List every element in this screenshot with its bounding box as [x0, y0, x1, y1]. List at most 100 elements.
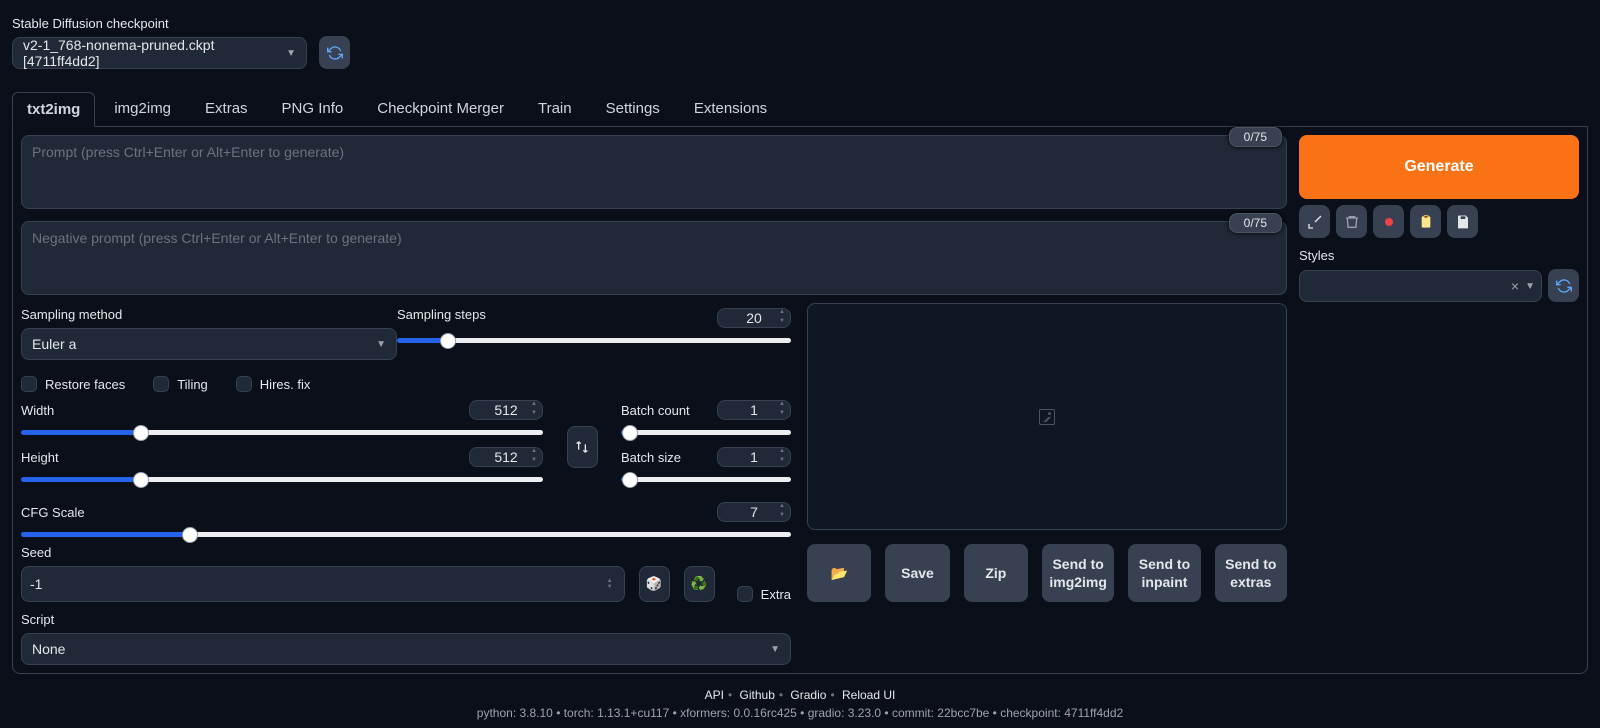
paste-button[interactable]: [1410, 205, 1441, 238]
script-label: Script: [21, 612, 791, 627]
cfg-input[interactable]: 7 ▲▼: [717, 502, 791, 522]
spinner-icon[interactable]: ▲▼: [776, 401, 788, 419]
width-label: Width: [21, 403, 54, 418]
sampling-method-value: Euler a: [32, 336, 76, 352]
clear-prompt-button[interactable]: [1336, 205, 1367, 238]
footer-reloadui-link[interactable]: Reload UI: [842, 688, 895, 702]
clear-icon[interactable]: ×: [1511, 278, 1519, 294]
slider-thumb[interactable]: [622, 425, 638, 441]
tab-extras[interactable]: Extras: [190, 91, 263, 126]
script-select[interactable]: None ▼: [21, 633, 791, 665]
batchcount-input[interactable]: 1 ▲▼: [717, 400, 791, 420]
cfg-label: CFG Scale: [21, 505, 85, 520]
batchsize-label: Batch size: [621, 450, 681, 465]
tab-img2img[interactable]: img2img: [99, 91, 186, 126]
styles-label: Styles: [1299, 248, 1579, 263]
batchcount-label: Batch count: [621, 403, 690, 418]
script-value: None: [32, 641, 65, 657]
styles-select[interactable]: × ▼: [1299, 270, 1542, 302]
send-inpaint-button[interactable]: Send to inpaint: [1128, 544, 1200, 602]
sampling-method-label: Sampling method: [21, 307, 397, 322]
tiling-checkbox[interactable]: Tiling: [153, 376, 208, 392]
spinner-icon[interactable]: ▲▼: [776, 309, 788, 327]
swap-dimensions-button[interactable]: [567, 426, 598, 468]
hiresfix-label: Hires. fix: [260, 377, 311, 392]
save-icon: [1455, 214, 1471, 230]
checkpoint-select[interactable]: v2-1_768-nonema-pruned.ckpt [4711ff4dd2]…: [12, 37, 307, 69]
generate-button[interactable]: Generate: [1299, 135, 1579, 199]
seed-value: -1: [30, 576, 42, 592]
extra-checkbox[interactable]: Extra: [737, 586, 791, 602]
tiling-label: Tiling: [177, 377, 208, 392]
red-dot-icon: [1385, 218, 1393, 226]
height-slider[interactable]: [21, 477, 543, 482]
extra-label: Extra: [761, 587, 791, 602]
spinner-icon[interactable]: ▲▼: [776, 448, 788, 466]
slider-thumb[interactable]: [622, 472, 638, 488]
refresh-checkpoint-button[interactable]: [319, 36, 350, 69]
refresh-styles-button[interactable]: [1548, 269, 1579, 302]
main-tabs: txt2img img2img Extras PNG Info Checkpoi…: [12, 91, 1588, 127]
footer-gradio-link[interactable]: Gradio: [790, 688, 826, 702]
send-img2img-button[interactable]: Send to img2img: [1042, 544, 1114, 602]
sampling-steps-input[interactable]: 20 ▲▼: [717, 308, 791, 328]
dropdown-caret-icon: ▼: [286, 48, 296, 59]
random-seed-button[interactable]: 🎲: [639, 566, 670, 602]
spinner-icon[interactable]: ▲▼: [776, 503, 788, 521]
dropdown-caret-icon: ▼: [1525, 281, 1535, 292]
output-image-preview: [807, 303, 1287, 530]
footer-github-link[interactable]: Github: [740, 688, 775, 702]
prompt-counter: 0/75: [1229, 127, 1282, 147]
record-button[interactable]: [1373, 205, 1404, 238]
seed-input[interactable]: -1 ▲▼: [21, 566, 625, 602]
clipboard-icon: [1418, 214, 1434, 230]
sampling-steps-slider[interactable]: [397, 338, 791, 343]
checkpoint-value: v2-1_768-nonema-pruned.ckpt [4711ff4dd2]: [23, 37, 286, 69]
height-input[interactable]: 512 ▲▼: [469, 447, 543, 467]
width-input[interactable]: 512 ▲▼: [469, 400, 543, 420]
checkbox-icon: [21, 376, 37, 392]
prompt-placeholder: Prompt (press Ctrl+Enter or Alt+Enter to…: [32, 144, 344, 160]
spinner-icon[interactable]: ▲▼: [604, 578, 616, 590]
footer-api-link[interactable]: API: [705, 688, 724, 702]
save-style-button[interactable]: [1447, 205, 1478, 238]
batchsize-input[interactable]: 1 ▲▼: [717, 447, 791, 467]
tab-settings[interactable]: Settings: [591, 91, 675, 126]
tab-pnginfo[interactable]: PNG Info: [267, 91, 359, 126]
negprompt-placeholder: Negative prompt (press Ctrl+Enter or Alt…: [32, 230, 402, 246]
spinner-icon[interactable]: ▲▼: [528, 401, 540, 419]
restore-faces-label: Restore faces: [45, 377, 125, 392]
tab-extensions[interactable]: Extensions: [679, 91, 782, 126]
batchsize-slider[interactable]: [621, 477, 791, 482]
dropdown-caret-icon: ▼: [770, 644, 780, 655]
negative-prompt-input[interactable]: 0/75 Negative prompt (press Ctrl+Enter o…: [21, 221, 1287, 295]
batchcount-slider[interactable]: [621, 430, 791, 435]
open-folder-button[interactable]: 📂: [807, 544, 871, 602]
hiresfix-checkbox[interactable]: Hires. fix: [236, 376, 311, 392]
height-label: Height: [21, 450, 59, 465]
reuse-seed-button[interactable]: ♻️: [684, 566, 715, 602]
cfg-slider[interactable]: [21, 532, 791, 537]
refresh-icon: [327, 45, 343, 61]
checkpoint-label: Stable Diffusion checkpoint: [12, 16, 307, 31]
sampling-method-select[interactable]: Euler a ▼: [21, 328, 397, 360]
tab-train[interactable]: Train: [523, 91, 587, 126]
recycle-icon: ♻️: [691, 576, 708, 592]
slider-thumb[interactable]: [182, 527, 198, 543]
slider-thumb[interactable]: [133, 472, 149, 488]
dropdown-caret-icon: ▼: [376, 339, 386, 350]
zip-button[interactable]: Zip: [964, 544, 1028, 602]
send-extras-button[interactable]: Send to extras: [1215, 544, 1287, 602]
spinner-icon[interactable]: ▲▼: [528, 448, 540, 466]
slider-thumb[interactable]: [440, 333, 456, 349]
interrogate-button[interactable]: [1299, 205, 1330, 238]
restore-faces-checkbox[interactable]: Restore faces: [21, 376, 125, 392]
tab-txt2img[interactable]: txt2img: [12, 92, 95, 127]
slider-thumb[interactable]: [133, 425, 149, 441]
save-button[interactable]: Save: [885, 544, 949, 602]
width-slider[interactable]: [21, 430, 543, 435]
footer: API• Github• Gradio• Reload UI python: 3…: [12, 688, 1588, 720]
prompt-input[interactable]: 0/75 Prompt (press Ctrl+Enter or Alt+Ent…: [21, 135, 1287, 209]
trash-icon: [1344, 214, 1360, 230]
tab-checkpointmerger[interactable]: Checkpoint Merger: [362, 91, 519, 126]
